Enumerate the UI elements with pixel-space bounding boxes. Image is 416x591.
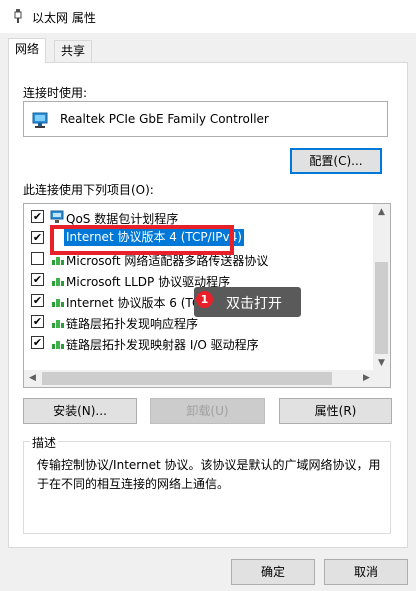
protocol-icon (52, 320, 64, 328)
items-label: 此连接使用下列项目(O): (23, 183, 154, 197)
adapter-field: Realtek PCIe GbE Family Controller (23, 101, 388, 137)
list-item[interactable]: ✔ 链路层拓扑发现映射器 I/O 驱动程序 (24, 333, 369, 353)
protocol-icon (52, 341, 64, 349)
network-cable-icon (14, 9, 22, 23)
install-button[interactable]: 安装(N)... (23, 398, 137, 424)
checkbox[interactable]: ✔ (31, 231, 44, 244)
annotation-text: 双击打开 (226, 296, 282, 312)
checkbox[interactable]: ✔ (31, 210, 44, 223)
protocol-icon (52, 299, 64, 307)
scroll-corner (373, 370, 390, 387)
tab-network[interactable]: 网络 (8, 38, 47, 63)
ok-button[interactable]: 确定 (231, 559, 315, 585)
connect-using-label: 连接时使用: (23, 86, 88, 100)
scroll-thumb[interactable] (42, 372, 332, 385)
configure-button[interactable]: 配置(C)... (290, 148, 382, 174)
description-text: 传输控制协议/Internet 协议。该协议是默认的广域网络协议，用于在不同的相… (37, 458, 381, 491)
step-badge: 1 (196, 291, 213, 308)
uninstall-button[interactable]: 卸载(U) (150, 398, 265, 424)
checkbox[interactable]: ✔ (31, 294, 44, 307)
title-bar: 以太网 属性 (0, 0, 416, 33)
scroll-up-icon[interactable]: ▲ (373, 204, 390, 221)
scroll-thumb[interactable] (375, 262, 388, 354)
list-item[interactable]: ✔ QoS 数据包计划程序 (24, 207, 369, 227)
network-adapter-icon (32, 112, 48, 128)
checkbox[interactable] (31, 252, 44, 265)
tab-label: 共享 (61, 44, 86, 58)
horizontal-scrollbar[interactable]: ◀ ▶ (24, 370, 375, 387)
tab-sharing[interactable]: 共享 (54, 40, 93, 62)
vertical-scrollbar[interactable]: ▲ ▼ (373, 204, 390, 372)
annotation-tooltip: 1 双击打开 (194, 287, 301, 317)
item-label: 链路层拓扑发现映射器 I/O 驱动程序 (66, 338, 259, 352)
highlight-box (50, 225, 234, 255)
properties-button[interactable]: 属性(R) (279, 398, 392, 424)
description-legend: 描述 (30, 434, 59, 451)
checkbox[interactable]: ✔ (31, 336, 44, 349)
checkbox[interactable]: ✔ (31, 273, 44, 286)
adapter-name: Realtek PCIe GbE Family Controller (60, 112, 269, 126)
scroll-left-icon[interactable]: ◀ (24, 370, 41, 387)
window-title: 以太网 属性 (32, 11, 96, 25)
tab-label: 网络 (15, 42, 40, 56)
item-label: 链路层拓扑发现响应程序 (66, 317, 199, 331)
qos-scheduler-icon (50, 210, 64, 223)
checkbox[interactable]: ✔ (31, 315, 44, 328)
cancel-button[interactable]: 取消 (324, 559, 408, 585)
protocol-icon (52, 278, 64, 286)
